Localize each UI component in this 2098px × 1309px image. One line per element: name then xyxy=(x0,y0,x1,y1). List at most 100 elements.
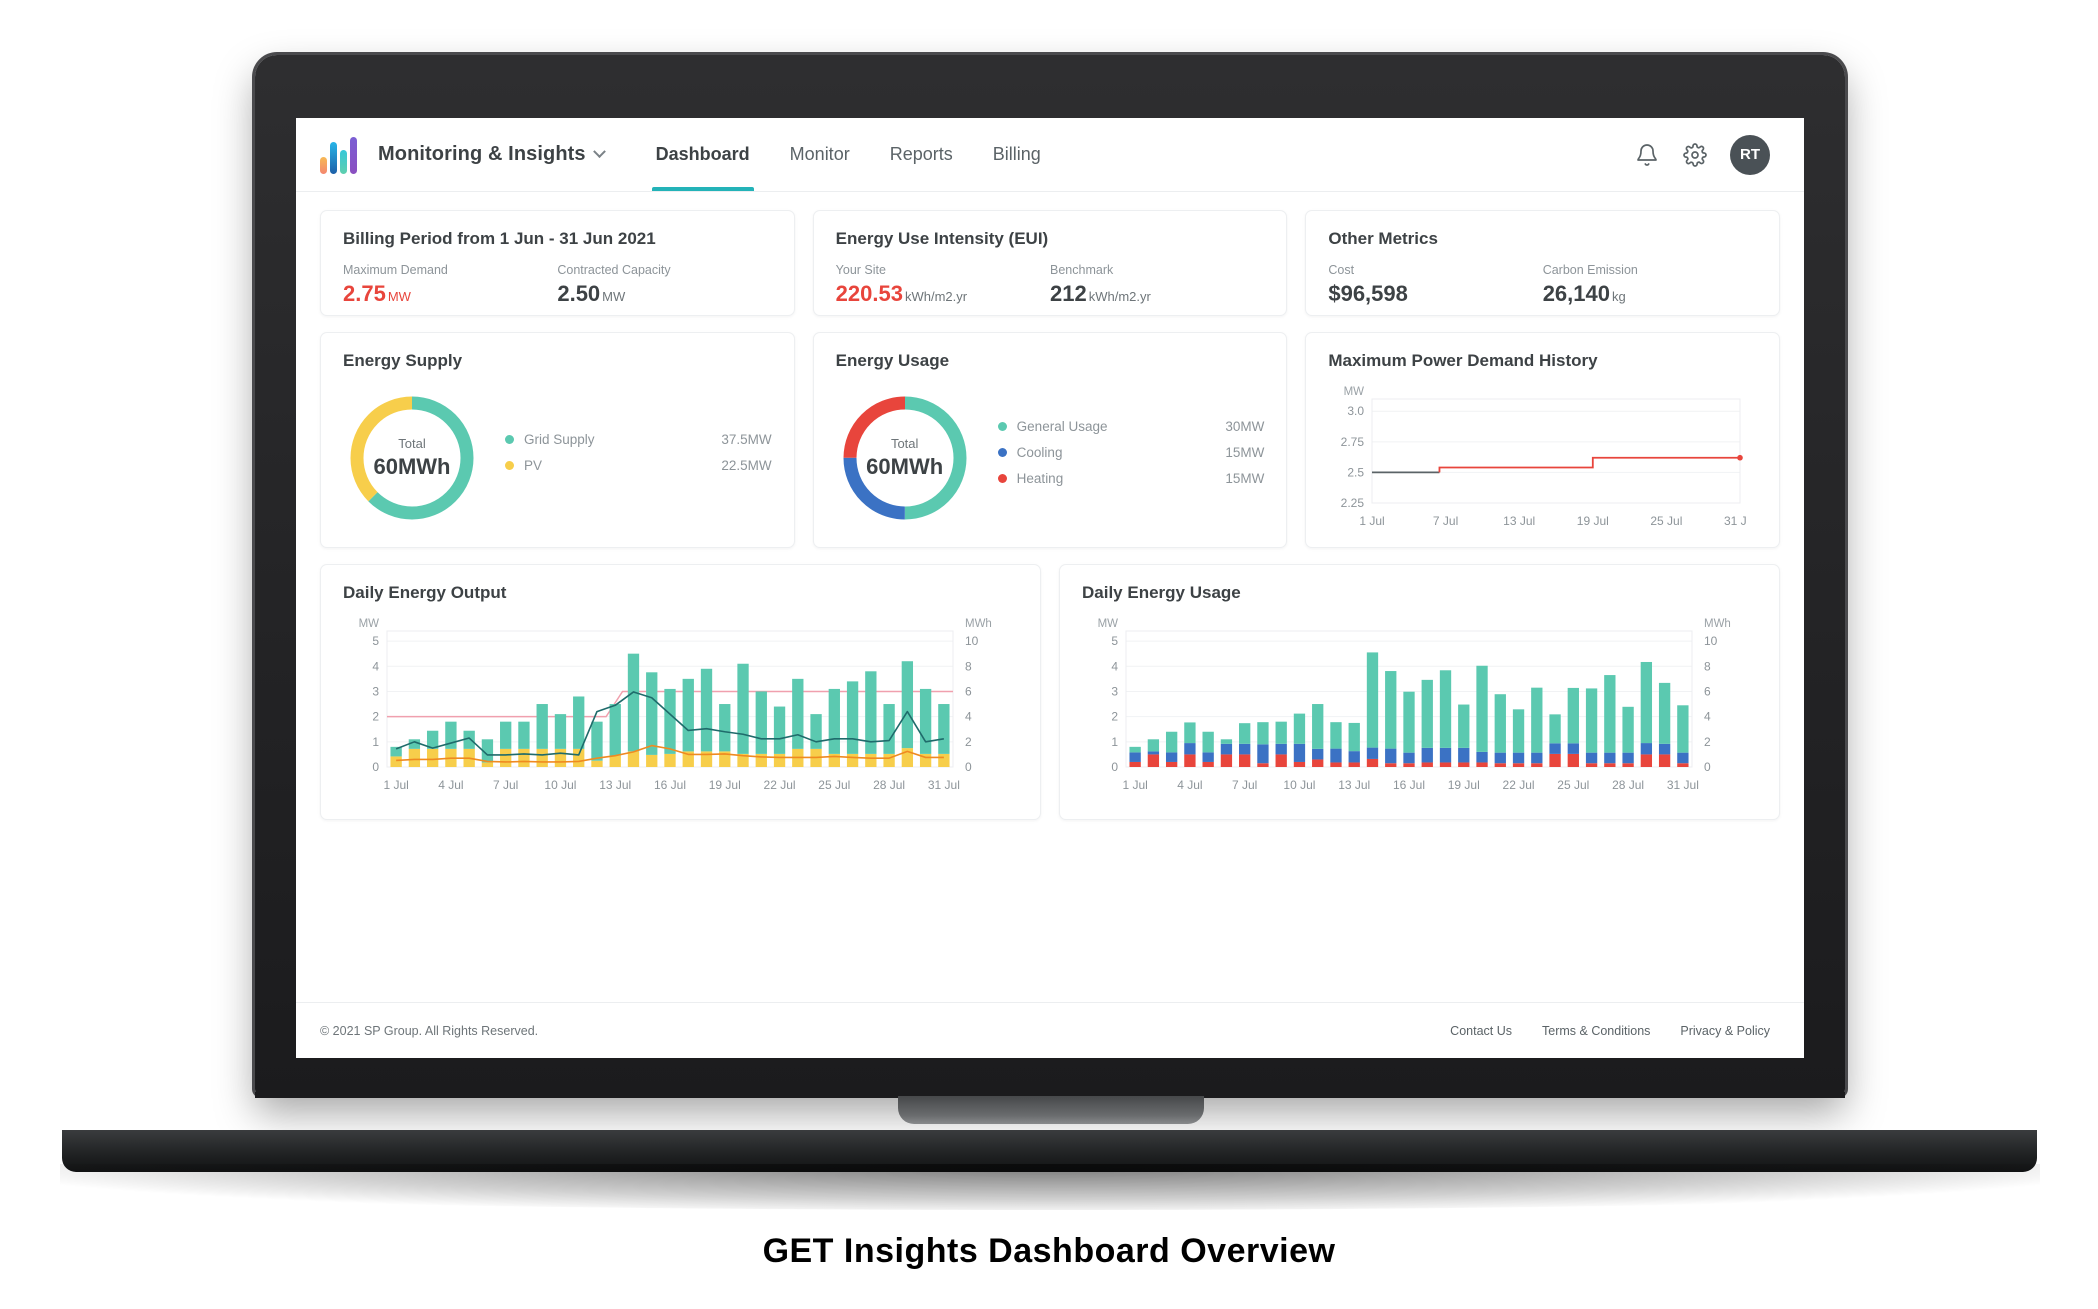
bar-segment xyxy=(1165,752,1178,762)
bar-segment xyxy=(1677,705,1689,753)
svg-text:4: 4 xyxy=(1704,710,1711,724)
max-power-demand-history-chart: MW 2.25 2.5 2.75 3.0 1 Jul 7 Jul 13 Jul 19 Jul 25… xyxy=(1341,386,1756,528)
bar-segment xyxy=(1312,704,1324,749)
svg-text:22 Jul: 22 Jul xyxy=(764,778,796,792)
tab-reports-label: Reports xyxy=(889,144,953,164)
svg-text:0: 0 xyxy=(372,760,379,774)
bar-segment xyxy=(554,714,567,749)
bar-segment xyxy=(500,748,512,767)
bar-segment xyxy=(609,704,621,756)
svg-text:2.5: 2.5 xyxy=(1348,465,1365,479)
copyright-text: © 2021 SP Group. All Rights Reserved. xyxy=(320,1023,539,1038)
svg-text:MWh: MWh xyxy=(965,618,992,630)
bar-segment xyxy=(719,704,731,752)
svg-text:3.0: 3.0 xyxy=(1348,404,1365,418)
bar-segment xyxy=(1348,762,1360,767)
svg-text:25 Jul: 25 Jul xyxy=(818,778,850,792)
svg-text:4: 4 xyxy=(372,659,379,673)
bar-segment xyxy=(1147,751,1160,755)
bar-segment xyxy=(554,748,567,767)
bar-segment xyxy=(1658,743,1671,755)
footer-link-terms[interactable]: Terms & Conditions xyxy=(1542,1024,1650,1038)
bar-segment xyxy=(1275,721,1287,744)
bar-segment xyxy=(1458,762,1470,767)
bar-segment xyxy=(1385,748,1397,764)
bar-segment xyxy=(1239,743,1251,755)
metric-unit: kWh/m2.yr xyxy=(1088,289,1151,304)
bar-segment xyxy=(883,704,895,754)
legend-value: 15MW xyxy=(1225,445,1265,460)
bar-segment xyxy=(1403,763,1415,767)
svg-text:7 Jul: 7 Jul xyxy=(493,778,518,792)
card-energy-supply: Energy Supply Total 60MWh Grid Supply 37.… xyxy=(320,332,795,548)
gear-icon[interactable] xyxy=(1682,142,1708,168)
bar-segment xyxy=(1567,753,1579,767)
metric-value: $96,598 xyxy=(1328,281,1542,307)
legend-item: PV 22.5MW xyxy=(505,458,772,473)
bar-segment xyxy=(846,681,859,754)
svg-text:5: 5 xyxy=(1111,634,1118,648)
app-logo-icon xyxy=(320,136,360,174)
tab-billing[interactable]: Billing xyxy=(973,118,1061,191)
bar-segment xyxy=(1677,752,1689,764)
bar-segment xyxy=(1604,752,1616,764)
bar-segment xyxy=(1549,753,1561,767)
bottom-row: Daily Energy Output MW MWh 0 1 2 3 4 5 0 2 4 6 8 10 1 … xyxy=(320,564,1780,820)
card-billing-period: Billing Period from 1 Jun - 31 Jun 2021 … xyxy=(320,210,795,316)
bar-segment xyxy=(1366,758,1379,767)
svg-text:2: 2 xyxy=(372,710,379,724)
bar-segment xyxy=(573,696,585,749)
bar-segment xyxy=(1421,679,1433,748)
metric-your-site: Your Site 220.53 kWh/m2.yr xyxy=(836,263,1050,307)
figure-caption: GET Insights Dashboard Overview xyxy=(762,1232,1336,1270)
bar-segment xyxy=(938,704,950,754)
bar-segment xyxy=(1165,761,1178,767)
bar-segment xyxy=(682,678,694,752)
brand-menu[interactable]: Monitoring & Insights xyxy=(378,143,606,166)
metric-value: 2.75 MW xyxy=(343,281,557,307)
bar-segment xyxy=(773,753,786,767)
bar-segment xyxy=(591,721,603,761)
bar-segment xyxy=(518,721,530,749)
bar-segment xyxy=(1293,743,1306,762)
bar-segment xyxy=(1220,739,1233,744)
svg-text:19 Jul: 19 Jul xyxy=(709,778,741,792)
bar-segment xyxy=(1549,714,1561,744)
metric-cost: Cost $96,598 xyxy=(1328,263,1542,307)
metric-unit: kWh/m2.yr xyxy=(904,289,968,304)
svg-text:7 Jul: 7 Jul xyxy=(1232,778,1257,792)
metric-carbon-emission: Carbon Emission 26,140 kg xyxy=(1543,263,1757,307)
footer-link-privacy[interactable]: Privacy & Policy xyxy=(1680,1024,1770,1038)
bar-segment xyxy=(1184,754,1196,767)
bar-segment xyxy=(1567,687,1579,744)
avatar-initials: RT xyxy=(1740,146,1760,163)
tab-monitor[interactable]: Monitor xyxy=(770,118,870,191)
bar-segment xyxy=(1202,752,1214,762)
bar-segment xyxy=(1293,761,1306,767)
donut-total-value: 60MWh xyxy=(373,453,451,479)
bar-segment xyxy=(536,748,548,767)
svg-text:10: 10 xyxy=(1704,634,1718,648)
bar-segment xyxy=(1604,675,1616,753)
card-daily-energy-output: Daily Energy Output MW MWh 0 1 2 3 4 5 0 2 4 6 8 10 1 … xyxy=(320,564,1041,820)
donut-total-label: Total xyxy=(398,435,426,451)
bar-segment xyxy=(737,663,749,754)
svg-text:4 Jul: 4 Jul xyxy=(1177,778,1202,792)
svg-text:13 Jul: 13 Jul xyxy=(1504,514,1536,528)
bar-segment xyxy=(627,751,640,767)
top-navigation-bar: Monitoring & Insights Dashboard Monitor … xyxy=(296,118,1804,192)
metric-number: 212 xyxy=(1050,281,1087,306)
svg-text:2: 2 xyxy=(965,735,972,749)
avatar[interactable]: RT xyxy=(1730,134,1770,175)
footer-link-contact-us[interactable]: Contact Us xyxy=(1450,1024,1512,1038)
bar-segment xyxy=(426,748,439,767)
bar-segment xyxy=(792,678,804,749)
tab-reports[interactable]: Reports xyxy=(870,118,973,191)
donut-center-label: Total 60MWh xyxy=(836,389,974,527)
tab-dashboard[interactable]: Dashboard xyxy=(636,118,770,191)
bar-segment xyxy=(1677,763,1689,767)
bell-icon[interactable] xyxy=(1634,142,1660,168)
bar-segment xyxy=(1184,722,1196,744)
legend-label: Cooling xyxy=(1016,445,1063,460)
bar-segment xyxy=(1257,744,1269,764)
